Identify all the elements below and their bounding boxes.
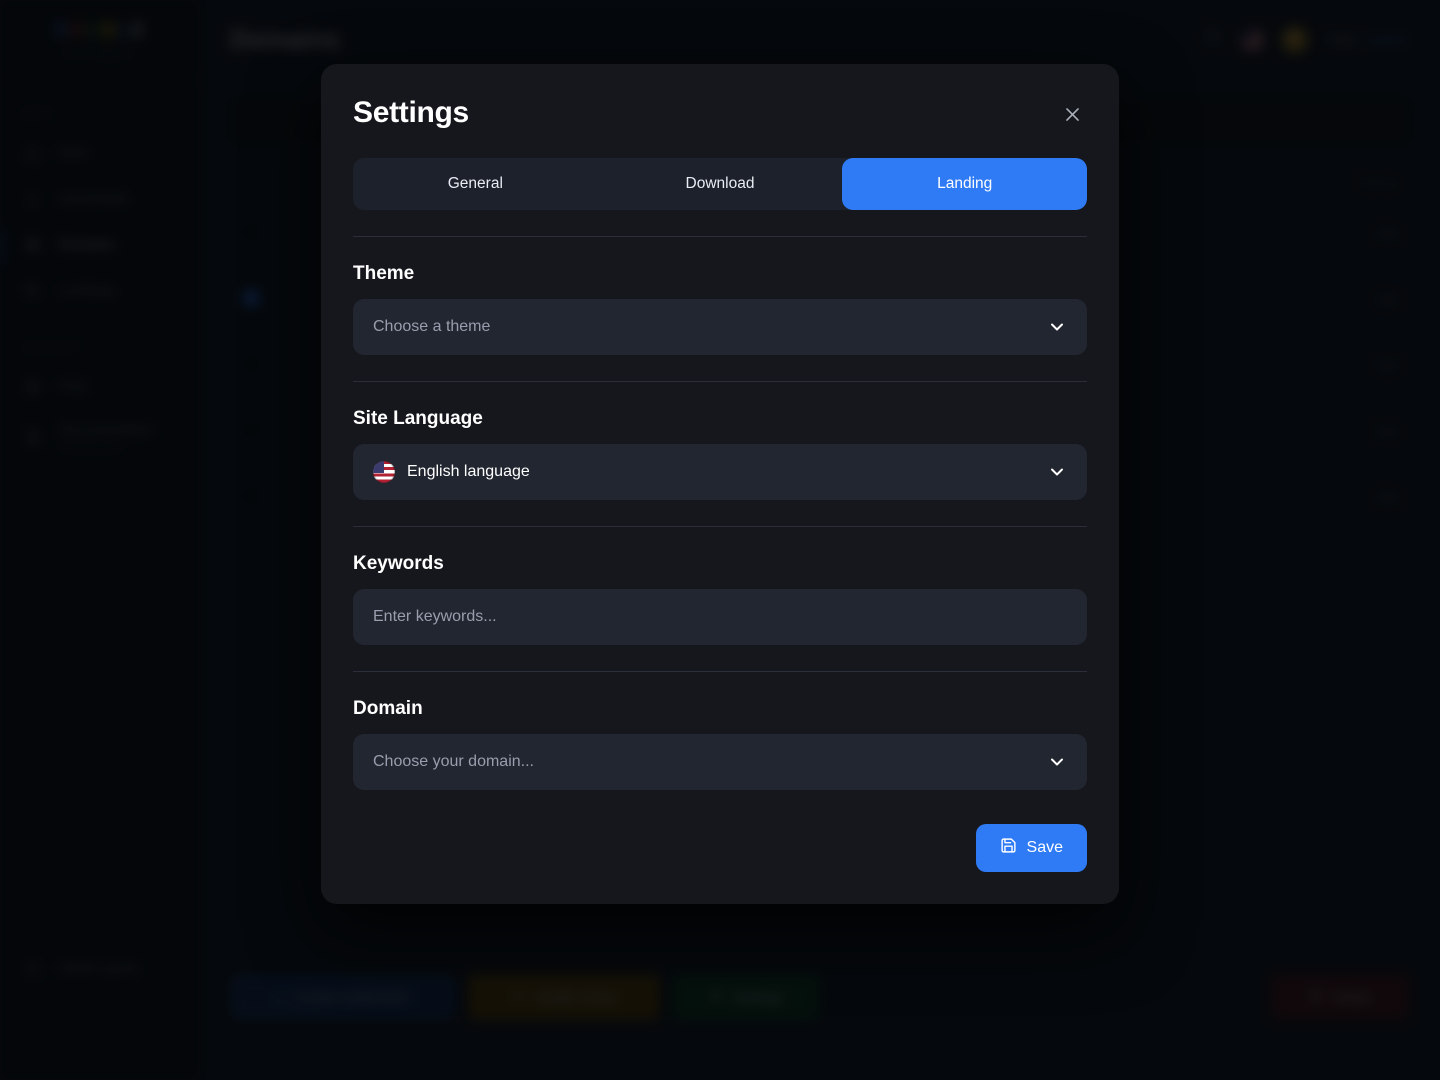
us-flag-icon xyxy=(373,461,395,483)
save-button[interactable]: Save xyxy=(975,824,1087,872)
divider xyxy=(353,236,1087,237)
modal-footer: Save xyxy=(353,824,1087,872)
site-language-select[interactable]: English language xyxy=(353,444,1087,500)
domain-label: Domain xyxy=(353,698,423,719)
modal-header: Settings xyxy=(353,96,1087,130)
theme-label: Theme xyxy=(353,263,415,284)
keywords-label: Keywords xyxy=(353,553,444,574)
save-label: Save xyxy=(1026,839,1063,856)
site-language-label: Site Language xyxy=(353,408,483,429)
settings-modal: Settings General Download Landing Theme … xyxy=(321,64,1119,904)
domain-select[interactable]: Choose your domain... xyxy=(353,734,1087,790)
site-language-value: English language xyxy=(407,463,530,480)
tab-general[interactable]: General xyxy=(353,158,598,210)
tab-download[interactable]: Download xyxy=(598,158,843,210)
theme-select[interactable]: Choose a theme xyxy=(353,299,1087,355)
chevron-down-icon xyxy=(1047,752,1067,772)
keywords-placeholder: Enter keywords... xyxy=(373,608,497,625)
domain-placeholder: Choose your domain... xyxy=(373,753,534,770)
theme-placeholder: Choose a theme xyxy=(373,318,491,335)
settings-tabs: General Download Landing xyxy=(353,158,1087,210)
chevron-down-icon xyxy=(1047,462,1067,482)
chevron-down-icon xyxy=(1047,317,1067,337)
divider xyxy=(353,671,1087,672)
divider xyxy=(353,526,1087,527)
tab-landing[interactable]: Landing xyxy=(842,158,1087,210)
close-icon[interactable] xyxy=(1057,99,1087,129)
keywords-field[interactable]: Enter keywords... xyxy=(353,589,1087,645)
divider xyxy=(353,381,1087,382)
modal-title: Settings xyxy=(353,96,469,129)
save-disk-icon xyxy=(1000,837,1017,859)
